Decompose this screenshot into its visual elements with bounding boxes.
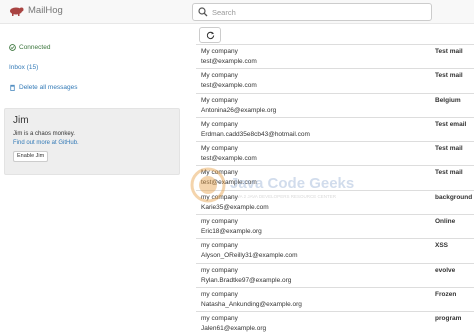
message-to: test@example.com — [201, 155, 257, 163]
message-row[interactable]: My company test@example.com Test mail — [196, 141, 474, 165]
message-to: Natasha_Ankunding@example.org — [201, 300, 302, 308]
connected-label: Connected — [19, 44, 51, 51]
message-from: my company — [201, 315, 238, 323]
jim-description: Jim is a chaos monkey. — [13, 131, 75, 137]
message-to: Jalen61@example.org — [201, 325, 267, 333]
message-from: my company — [201, 266, 238, 274]
message-subject: evolve — [435, 266, 456, 274]
message-from: My company — [201, 48, 238, 55]
check-circle-icon — [9, 44, 16, 51]
refresh-icon — [206, 31, 214, 39]
message-list: My company test@example.com Test mail My co… — [196, 44, 474, 336]
message-subject: Online — [435, 218, 456, 226]
message-subject: program — [435, 315, 462, 323]
pig-logo-icon — [10, 7, 24, 16]
message-to: test@example.com — [201, 58, 257, 65]
message-to: Antonina26@example.org — [201, 106, 277, 114]
message-to: test@example.com — [201, 179, 257, 187]
message-row[interactable]: my company Alyson_OReilly31@example.com XS… — [196, 238, 474, 262]
message-row[interactable]: my company Jalen61@example.org program — [196, 311, 474, 335]
message-row[interactable]: my company Karie35@example.com background — [196, 189, 474, 214]
message-subject: Belgium — [435, 96, 461, 104]
message-to: Erdman.cadd35e8cb43@hotmail.com — [201, 130, 310, 138]
brand-name: MailHog — [28, 5, 63, 16]
message-from: My company — [201, 169, 238, 177]
trash-icon — [10, 84, 15, 91]
message-row[interactable]: My company test@example.com Test mail — [196, 165, 474, 189]
message-from: my company — [201, 290, 238, 298]
message-from: My company — [201, 96, 238, 104]
message-subject: Test mail — [435, 48, 463, 55]
brand[interactable]: MailHog — [8, 5, 63, 16]
message-row[interactable]: my company Natasha_Ankunding@example.org F… — [196, 286, 474, 311]
connected-status: Connected — [9, 44, 50, 51]
message-from: my company — [201, 242, 238, 250]
search-box[interactable] — [192, 3, 432, 21]
delete-all-link[interactable]: Delete all messages — [9, 84, 78, 91]
jim-title: Jim — [13, 115, 29, 126]
message-from: My company — [201, 72, 238, 80]
navbar: MailHog — [0, 0, 474, 24]
delete-all-label[interactable]: Delete all messages — [19, 84, 78, 91]
message-to: Alyson_OReilly31@example.com — [201, 252, 298, 260]
message-to: Karie35@example.com — [201, 203, 269, 211]
message-to: Rylan.Bradtke97@example.org — [201, 276, 292, 284]
message-subject: Frozen — [435, 290, 457, 298]
message-row[interactable]: My company Antonina26@example.org Belgium — [196, 92, 474, 117]
message-subject: Test mail — [435, 169, 463, 177]
search-icon — [198, 7, 208, 17]
message-row[interactable]: My company test@example.com Test mail — [196, 44, 474, 68]
search-input[interactable] — [212, 7, 412, 17]
message-row[interactable]: My company test@example.com Test mail — [196, 68, 474, 92]
jim-github-link[interactable]: Find out more at GitHub. — [13, 140, 79, 146]
message-row[interactable]: My company Erdman.cadd35e8cb43@hotmail.co… — [196, 116, 474, 141]
message-subject: Test mail — [435, 145, 463, 153]
message-subject: background — [435, 193, 473, 201]
message-row[interactable]: my company Eric18@example.org Online — [196, 214, 474, 238]
message-from: my company — [201, 218, 238, 226]
refresh-button[interactable] — [199, 27, 221, 43]
jim-panel: Jim Jim is a chaos monkey. Find out more… — [4, 108, 180, 175]
enable-jim-button[interactable]: Enable Jim — [13, 151, 49, 162]
message-subject: Test email — [435, 120, 467, 128]
inbox-label[interactable]: Inbox (15) — [9, 64, 38, 71]
message-to: test@example.com — [201, 82, 257, 90]
message-from: My company — [201, 120, 238, 128]
message-subject: XSS — [435, 242, 449, 250]
sidebar: Connected Inbox (15) Delete all messages… — [0, 24, 186, 336]
message-from: my company — [201, 193, 238, 201]
message-subject: Test mail — [435, 72, 463, 80]
message-from: My company — [201, 145, 238, 153]
message-row[interactable]: my company Rylan.Bradtke97@example.org evo… — [196, 262, 474, 287]
message-to: Eric18@example.org — [201, 228, 262, 236]
inbox-link[interactable]: Inbox (15) — [9, 64, 38, 71]
